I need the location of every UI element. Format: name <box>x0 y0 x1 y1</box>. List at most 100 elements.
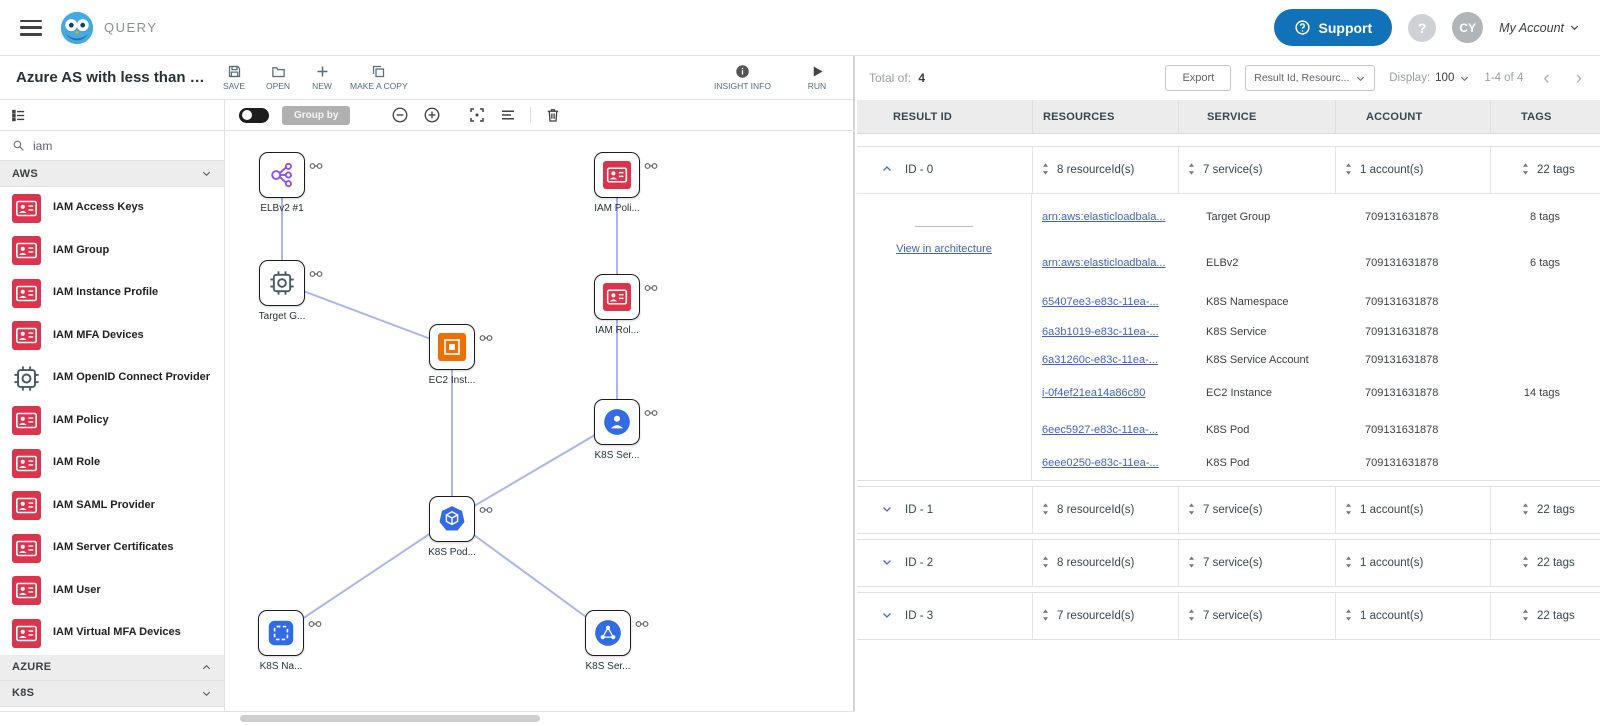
openid-chip-icon <box>12 364 41 393</box>
make-a-copy-button[interactable]: MAKE A COPY <box>350 64 408 91</box>
sort-icon[interactable] <box>1187 162 1196 179</box>
delete-icon[interactable] <box>544 106 562 124</box>
resource-link[interactable]: i-0f4ef21ea14a86c80 <box>1032 387 1178 399</box>
sidebar-item-iam-role[interactable]: IAM Role <box>0 442 224 485</box>
sort-icon[interactable] <box>1344 162 1353 179</box>
next-page-icon[interactable]: › <box>1570 69 1588 88</box>
sort-icon[interactable] <box>1344 555 1353 572</box>
resource-link[interactable]: arn:aws:elasticloadbala... <box>1032 211 1178 223</box>
sort-icon[interactable] <box>1041 608 1050 625</box>
list-view-icon[interactable] <box>10 107 27 124</box>
expand-chevron-icon[interactable] <box>881 503 893 518</box>
export-button[interactable]: Export <box>1165 65 1232 91</box>
fit-to-screen-icon[interactable] <box>468 106 486 124</box>
sort-icon[interactable] <box>1187 555 1196 572</box>
result-row-3-header[interactable]: ID - 3 7 resourceId(s) 7 service(s) 1 ac… <box>857 593 1600 639</box>
sort-icon[interactable] <box>1521 162 1530 179</box>
graph-canvas[interactable]: ELBv2 #1 IAM Poli... Target G... IAM Rol… <box>225 131 855 697</box>
resource-link[interactable]: 6a3b1019-e83c-11ea-... <box>1032 326 1178 338</box>
brand-name: QUERY <box>104 20 158 35</box>
group-by-button[interactable]: Group by <box>282 105 351 125</box>
view-in-architecture-link[interactable]: View in architecture <box>896 243 992 255</box>
horizontal-scrollbar[interactable] <box>0 711 855 725</box>
display-count-dropdown[interactable]: Display: 100 <box>1389 72 1470 84</box>
help-circle-button[interactable]: ? <box>1408 13 1437 42</box>
insight-info-button[interactable]: INSIGHT INFO <box>714 64 771 91</box>
scrollbar-thumb[interactable] <box>240 715 540 722</box>
sidebar-section-aws[interactable]: AWS <box>0 161 224 187</box>
account-id: 709131631878 <box>1365 326 1439 338</box>
column-header-account[interactable]: ACCOUNT <box>1335 100 1490 133</box>
column-header-service[interactable]: SERVICE <box>1178 100 1335 133</box>
support-button[interactable]: Support <box>1273 9 1393 46</box>
sort-icon[interactable] <box>1521 608 1530 625</box>
run-button[interactable]: RUN <box>801 64 833 91</box>
previous-page-icon[interactable]: ‹ <box>1537 69 1555 88</box>
sidebar-item-iam-virtual-mfa-devices[interactable]: IAM Virtual MFA Devices <box>0 612 224 655</box>
sidebar-item-iam-saml-provider[interactable]: IAM SAML Provider <box>0 485 224 528</box>
column-header-resources[interactable]: RESOURCES <box>1032 100 1178 133</box>
search-input[interactable] <box>33 138 203 153</box>
graph-node-k8s-service-account[interactable]: K8S Ser... <box>594 399 640 461</box>
save-label: SAVE <box>222 81 246 91</box>
avatar[interactable]: CY <box>1452 12 1484 43</box>
graph-node-iam-role[interactable]: IAM Rol... <box>594 274 640 336</box>
sort-icon[interactable] <box>1521 502 1530 519</box>
account-id: 709131631878 <box>1365 257 1439 269</box>
tags-value: 6 tags <box>1530 257 1560 269</box>
new-button[interactable]: NEW <box>306 64 338 91</box>
sort-icon[interactable] <box>1187 608 1196 625</box>
graph-node-k8s-service[interactable]: K8S Ser... <box>585 610 631 672</box>
sidebar-item-iam-group[interactable]: IAM Group <box>0 230 224 273</box>
accounts-count: 1 account(s) <box>1360 610 1424 622</box>
graph-node-k8s-pod[interactable]: K8S Pod... <box>428 496 475 558</box>
sidebar-section-azure[interactable]: AZURE <box>0 654 224 681</box>
sort-icon[interactable] <box>1344 502 1353 519</box>
column-header-result-id[interactable]: RESULT ID <box>857 100 1032 133</box>
sidebar-item-iam-openid-connect-provider[interactable]: IAM OpenID Connect Provider <box>0 357 224 400</box>
iam-icon <box>12 534 41 563</box>
zoom-in-icon[interactable] <box>423 106 441 124</box>
resource-link[interactable]: 6eee0250-e83c-11ea-... <box>1032 457 1178 469</box>
result-row-1-header[interactable]: ID - 1 8 resourceId(s) 7 service(s) 1 ac… <box>857 487 1600 533</box>
zoom-out-icon[interactable] <box>391 106 409 124</box>
sort-icon[interactable] <box>1041 502 1050 519</box>
collapse-chevron-icon[interactable] <box>881 163 893 178</box>
menu-icon[interactable] <box>20 19 42 36</box>
sort-icon[interactable] <box>1521 555 1530 572</box>
app-logo[interactable]: QUERY <box>58 9 158 47</box>
sort-icon[interactable] <box>1344 608 1353 625</box>
resource-link[interactable]: 6eec5927-e83c-11ea-... <box>1032 424 1178 436</box>
expand-chevron-icon[interactable] <box>881 609 893 624</box>
graph-node-k8s-namespace[interactable]: K8S Na... <box>258 610 304 672</box>
expand-chevron-icon[interactable] <box>881 556 893 571</box>
my-account-menu[interactable]: My Account <box>1499 21 1580 35</box>
sidebar-item-iam-instance-profile[interactable]: IAM Instance Profile <box>0 272 224 315</box>
sort-icon[interactable] <box>1041 162 1050 179</box>
resource-link[interactable]: 65407ee3-e83c-11ea-... <box>1032 296 1178 308</box>
result-row-0-header[interactable]: ID - 0 8 resourceId(s) 7 service(s) 1 ac… <box>857 147 1600 193</box>
resource-link[interactable]: arn:aws:elasticloadbala... <box>1032 257 1178 269</box>
group-by-toggle[interactable] <box>239 107 269 123</box>
graph-node-iam-policy[interactable]: IAM Poli... <box>594 152 640 214</box>
align-lines-icon[interactable] <box>499 106 517 124</box>
save-button[interactable]: SAVE <box>218 64 250 91</box>
open-button[interactable]: OPEN <box>262 64 294 91</box>
sidebar-item-iam-mfa-devices[interactable]: IAM MFA Devices <box>0 315 224 358</box>
result-row-2-header[interactable]: ID - 2 8 resourceId(s) 7 service(s) 1 ac… <box>857 540 1600 586</box>
graph-node-ec2-instance[interactable]: EC2 Inst... <box>429 324 475 386</box>
sidebar-item-iam-user[interactable]: IAM User <box>0 570 224 613</box>
sidebar-section-k8s[interactable]: K8S <box>0 680 224 707</box>
sidebar-item-iam-access-keys[interactable]: IAM Access Keys <box>0 187 224 230</box>
open-label: OPEN <box>265 81 291 91</box>
graph-node-target-group[interactable]: Target G... <box>259 260 305 322</box>
sidebar-item-iam-server-certificates[interactable]: IAM Server Certificates <box>0 527 224 570</box>
column-header-tags[interactable]: TAGS <box>1490 100 1600 133</box>
node-label: K8S Pod... <box>428 547 476 558</box>
sidebar-item-iam-policy[interactable]: IAM Policy <box>0 400 224 443</box>
resource-link[interactable]: 6a31260c-e83c-11ea-... <box>1032 354 1178 366</box>
sort-icon[interactable] <box>1187 502 1196 519</box>
sort-icon[interactable] <box>1041 555 1050 572</box>
graph-node-elbv2[interactable]: ELBv2 #1 <box>259 152 305 214</box>
columns-filter-dropdown[interactable]: Result Id, Resourc... <box>1245 65 1376 91</box>
